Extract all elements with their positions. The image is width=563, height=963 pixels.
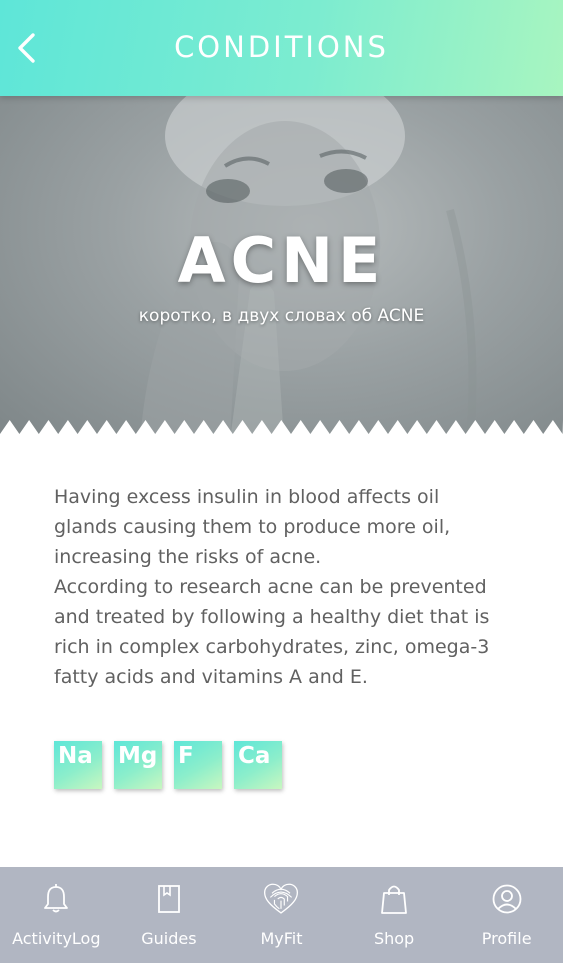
element-chip-na[interactable]: Na: [54, 741, 102, 789]
element-chip-mg[interactable]: Mg: [114, 741, 162, 789]
nav-label: MyFit: [260, 929, 303, 948]
element-chip-list: Na Mg F Ca: [54, 741, 282, 789]
condition-title: ACNE: [177, 224, 386, 297]
nav-label: ActivityLog: [12, 929, 101, 948]
app-header: CONDITIONS: [0, 0, 563, 96]
condition-description: Having excess insulin in blood affects o…: [54, 482, 504, 692]
bottom-navigation: ActivityLog Guides MyFit Shop Profile: [0, 867, 563, 963]
nav-label: Profile: [481, 929, 532, 948]
page-title: CONDITIONS: [174, 30, 389, 64]
description-paragraph: Having excess insulin in blood affects o…: [54, 486, 451, 568]
element-chip-f[interactable]: F: [174, 741, 222, 789]
nav-item-myfit[interactable]: MyFit: [231, 867, 331, 948]
nav-item-shop[interactable]: Shop: [344, 867, 444, 948]
book-icon: [157, 885, 180, 913]
nav-item-guides[interactable]: Guides: [119, 867, 219, 948]
element-chip-ca[interactable]: Ca: [234, 741, 282, 789]
zigzag-divider: [0, 420, 563, 440]
bell-icon: [44, 884, 69, 913]
nav-item-activitylog[interactable]: ActivityLog: [6, 867, 106, 948]
nav-label: Shop: [373, 929, 415, 948]
user-circle-icon: [492, 884, 522, 914]
description-paragraph: According to research acne can be preven…: [54, 576, 490, 688]
nav-item-profile[interactable]: Profile: [457, 867, 557, 948]
condition-subtitle: коротко, в двух словах об ACNE: [138, 306, 425, 326]
shopping-bag-icon: [381, 885, 407, 914]
hero-banner: ACNE коротко, в двух словах об ACNE: [0, 96, 563, 440]
nav-label: Guides: [141, 929, 197, 948]
fingerprint-heart-icon: [264, 883, 299, 914]
